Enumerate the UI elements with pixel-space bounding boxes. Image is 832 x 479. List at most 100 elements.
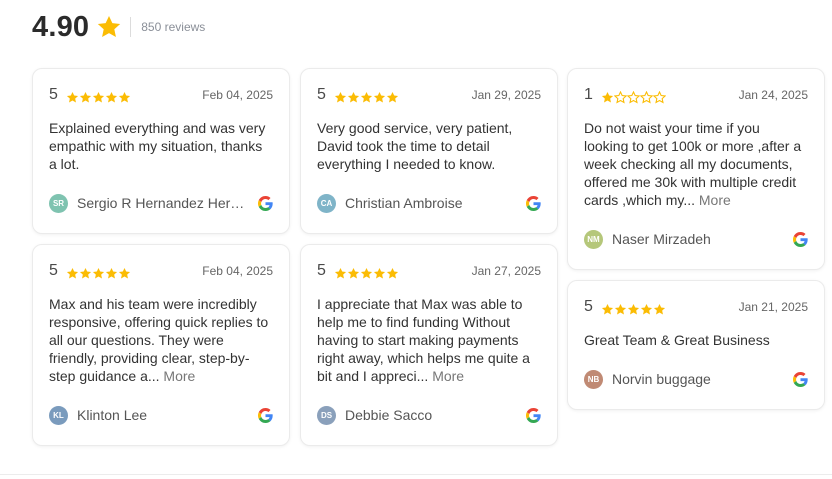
star-filled-icon (373, 267, 386, 280)
author-name: Klinton Lee (77, 407, 147, 423)
review-text: Explained everything and was very empath… (49, 119, 273, 173)
review-body: Great Team & Great Business (584, 332, 770, 348)
review-column: 1 Jan 24, 2025 Do not waist your time if y… (567, 68, 825, 420)
star-filled-icon (66, 267, 79, 280)
author-name: Norvin buggage (612, 371, 711, 387)
star-filled-icon (347, 91, 360, 104)
review-author: CA Christian Ambroise (317, 193, 541, 213)
star-filled-icon (360, 267, 373, 280)
star-rating (66, 91, 131, 104)
read-more-link[interactable]: More (699, 192, 731, 208)
review-score: 5 (584, 298, 600, 316)
review-author: KLKlinton Lee (49, 405, 273, 425)
review-date: Jan 24, 2025 (739, 88, 808, 102)
star-filled-icon (614, 303, 627, 316)
avatar: CA (317, 194, 336, 213)
review-column: 5 Jan 29, 2025 Very good service, very pat… (300, 68, 558, 456)
star-rating (601, 91, 666, 104)
review-text: Very good service, very patient, David t… (317, 119, 541, 173)
review-author: DS Debbie Sacco (317, 405, 541, 425)
star-filled-icon (118, 267, 131, 280)
star-rating (601, 303, 666, 316)
star-filled-icon (373, 91, 386, 104)
google-icon (258, 196, 273, 211)
star-filled-icon (386, 91, 399, 104)
google-icon (526, 196, 541, 211)
review-card: 5 Feb 04, 2025 Explained everything and wa… (32, 68, 290, 234)
star-filled-icon (653, 303, 666, 316)
review-score: 5 (49, 86, 65, 104)
google-icon (793, 372, 808, 387)
review-body: Explained everything and was very empath… (49, 120, 265, 172)
review-date: Jan 27, 2025 (472, 264, 541, 278)
review-body: Max and his team were incredibly respons… (49, 296, 268, 384)
review-author: NM Naser Mirzadeh (584, 229, 808, 249)
review-card: 1 Jan 24, 2025 Do not waist your time if y… (567, 68, 825, 270)
avatar: SR (49, 194, 68, 213)
star-rating (334, 267, 399, 280)
review-count: 850 reviews (141, 20, 205, 34)
author-name: Christian Ambroise (345, 195, 463, 211)
google-icon (258, 408, 273, 423)
star-filled-icon (66, 91, 79, 104)
review-score: 1 (584, 86, 600, 104)
rating-summary: 4.90 850 reviews (32, 8, 205, 46)
review-score: 5 (317, 86, 333, 104)
review-header: 5 Feb 04, 2025 (49, 86, 273, 104)
star-filled-icon (640, 303, 653, 316)
review-date: Feb 04, 2025 (202, 88, 273, 102)
star-filled-icon (79, 267, 92, 280)
review-body: Very good service, very patient, David t… (317, 120, 512, 172)
review-date: Jan 29, 2025 (472, 88, 541, 102)
avatar: NB (584, 370, 603, 389)
section-divider (0, 474, 832, 475)
star-filled-icon (386, 267, 399, 280)
author-name: Naser Mirzadeh (612, 231, 711, 247)
star-filled-icon (627, 303, 640, 316)
star-filled-icon (334, 91, 347, 104)
author-name: Sergio R Hernandez Hernández (77, 195, 245, 211)
star-filled-icon (360, 91, 373, 104)
review-header: 5 Jan 21, 2025 (584, 298, 808, 316)
review-card: 5 Jan 27, 2025 I appreciate that Max was a… (300, 244, 558, 446)
review-text: Max and his team were incredibly respons… (49, 295, 273, 385)
review-date: Feb 04, 2025 (202, 264, 273, 278)
star-filled-icon (92, 267, 105, 280)
review-header: 5 Jan 29, 2025 (317, 86, 541, 104)
review-card: 5 Jan 21, 2025 Great Team & Great Business… (567, 280, 825, 410)
star-rating (334, 91, 399, 104)
review-text: Do not waist your time if you looking to… (584, 119, 808, 209)
review-body: I appreciate that Max was able to help m… (317, 296, 530, 384)
star-icon (96, 14, 122, 40)
review-header: 1 Jan 24, 2025 (584, 86, 808, 104)
review-card: 5 Feb 04, 2025 Max and his team were incre… (32, 244, 290, 446)
review-column: 5 Feb 04, 2025 Explained everything and wa… (32, 68, 290, 456)
review-header: 5 Feb 04, 2025 (49, 262, 273, 280)
star-empty-icon (640, 91, 653, 104)
star-empty-icon (614, 91, 627, 104)
author-name: Debbie Sacco (345, 407, 432, 423)
star-filled-icon (118, 91, 131, 104)
review-score: 5 (317, 262, 333, 280)
star-empty-icon (627, 91, 640, 104)
avatar: DS (317, 406, 336, 425)
review-date: Jan 21, 2025 (739, 300, 808, 314)
read-more-link[interactable]: More (163, 368, 195, 384)
overall-rating: 4.90 (32, 11, 89, 44)
star-empty-icon (653, 91, 666, 104)
read-more-link[interactable]: More (432, 368, 464, 384)
review-text: Great Team & Great Business (584, 331, 808, 349)
star-filled-icon (347, 267, 360, 280)
review-text: I appreciate that Max was able to help m… (317, 295, 541, 385)
review-header: 5 Jan 27, 2025 (317, 262, 541, 280)
google-icon (526, 408, 541, 423)
avatar: NM (584, 230, 603, 249)
review-author: SR Sergio R Hernandez Hernández (49, 193, 273, 213)
header-divider (130, 17, 131, 37)
star-filled-icon (105, 267, 118, 280)
star-filled-icon (79, 91, 92, 104)
review-score: 5 (49, 262, 65, 280)
star-filled-icon (105, 91, 118, 104)
review-card: 5 Jan 29, 2025 Very good service, very pat… (300, 68, 558, 234)
star-filled-icon (601, 91, 614, 104)
